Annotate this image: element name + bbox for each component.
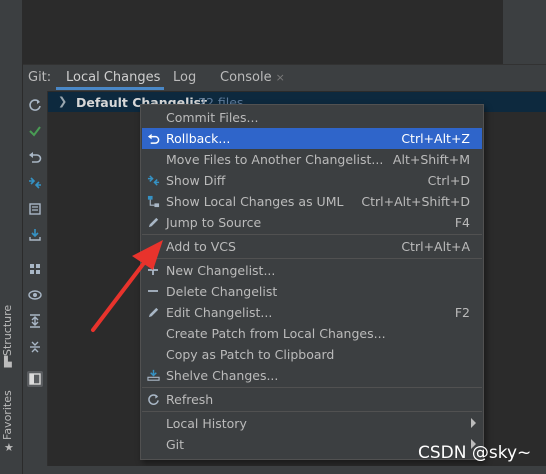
watermark: CSDN @sky~ — [418, 443, 532, 463]
status-bar — [23, 466, 546, 474]
annotation-arrow — [91, 240, 163, 332]
